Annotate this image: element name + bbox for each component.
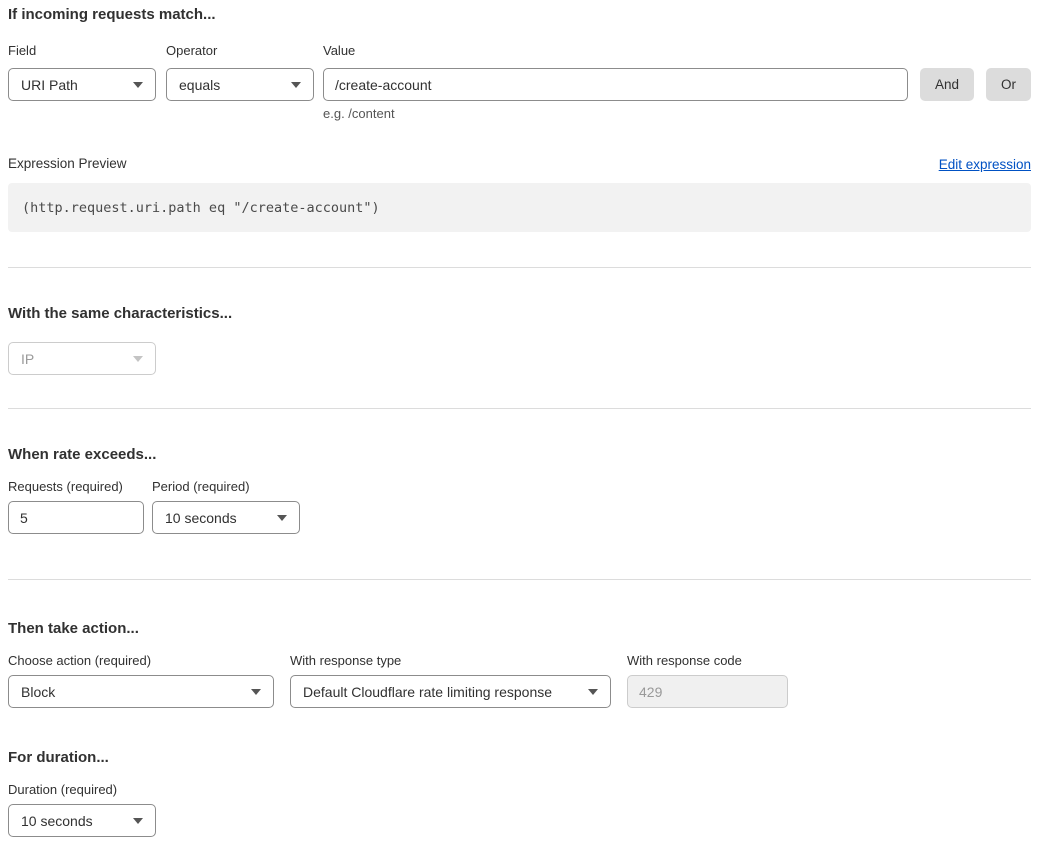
period-select-value: 10 seconds xyxy=(165,510,237,526)
chevron-down-icon xyxy=(133,818,143,824)
choose-action-label: Choose action (required) xyxy=(8,653,274,669)
field-group: Field URI Path xyxy=(8,43,156,101)
response-type-select[interactable]: Default Cloudflare rate limiting respons… xyxy=(290,675,611,708)
characteristic-select: IP xyxy=(8,342,156,375)
chevron-down-icon xyxy=(251,689,261,695)
match-builder-row: Field URI Path Operator equals Value e.g… xyxy=(8,43,1031,122)
duration-select-value: 10 seconds xyxy=(21,813,93,829)
action-row: Choose action (required) Block With resp… xyxy=(8,653,1031,708)
section-divider xyxy=(8,408,1031,409)
response-code-input xyxy=(627,675,788,708)
expression-preview-code: (http.request.uri.path eq "/create-accou… xyxy=(8,183,1031,232)
response-type-label: With response type xyxy=(290,653,611,669)
requests-group: Requests (required) xyxy=(8,479,144,534)
value-input[interactable] xyxy=(323,68,908,101)
duration-group: Duration (required) 10 seconds xyxy=(8,782,156,837)
period-label: Period (required) xyxy=(152,479,300,495)
section-divider xyxy=(8,579,1031,580)
expression-preview-header: Expression Preview Edit expression xyxy=(8,156,1031,172)
response-type-group: With response type Default Cloudflare ra… xyxy=(290,653,611,708)
choose-action-select-value: Block xyxy=(21,684,55,700)
rate-row: Requests (required) Period (required) 10… xyxy=(8,479,1031,534)
rate-section-title: When rate exceeds... xyxy=(8,447,1031,463)
characteristics-section-title: With the same characteristics... xyxy=(8,306,1031,322)
chevron-down-icon xyxy=(277,515,287,521)
period-select[interactable]: 10 seconds xyxy=(152,501,300,534)
field-label: Field xyxy=(8,43,156,59)
edit-expression-link[interactable]: Edit expression xyxy=(939,157,1031,172)
rate-limiting-rule-form: If incoming requests match... Field URI … xyxy=(0,0,1048,845)
action-section-title: Then take action... xyxy=(8,621,1031,637)
requests-label: Requests (required) xyxy=(8,479,144,495)
response-code-group: With response code xyxy=(627,653,788,708)
response-type-select-value: Default Cloudflare rate limiting respons… xyxy=(303,684,552,700)
duration-section-title: For duration... xyxy=(8,750,1031,766)
chevron-down-icon xyxy=(291,82,301,88)
response-code-label: With response code xyxy=(627,653,788,669)
expression-preview-label: Expression Preview xyxy=(8,156,127,172)
period-group: Period (required) 10 seconds xyxy=(152,479,300,534)
chevron-down-icon xyxy=(133,356,143,362)
value-label: Value xyxy=(323,43,908,59)
value-helper-text: e.g. /content xyxy=(323,106,908,122)
choose-action-select[interactable]: Block xyxy=(8,675,274,708)
value-group: Value e.g. /content xyxy=(323,43,908,122)
duration-select[interactable]: 10 seconds xyxy=(8,804,156,837)
field-select-value: URI Path xyxy=(21,77,78,93)
chevron-down-icon xyxy=(588,689,598,695)
operator-select[interactable]: equals xyxy=(166,68,314,101)
requests-input[interactable] xyxy=(8,501,144,534)
section-divider xyxy=(8,267,1031,268)
operator-label: Operator xyxy=(166,43,314,59)
operator-group: Operator equals xyxy=(166,43,314,101)
choose-action-group: Choose action (required) Block xyxy=(8,653,274,708)
duration-label: Duration (required) xyxy=(8,782,156,798)
operator-select-value: equals xyxy=(179,77,220,93)
match-section-title: If incoming requests match... xyxy=(8,7,1031,23)
characteristic-select-value: IP xyxy=(21,351,34,367)
or-button[interactable]: Or xyxy=(986,68,1031,101)
chevron-down-icon xyxy=(133,82,143,88)
and-button[interactable]: And xyxy=(920,68,974,101)
field-select[interactable]: URI Path xyxy=(8,68,156,101)
